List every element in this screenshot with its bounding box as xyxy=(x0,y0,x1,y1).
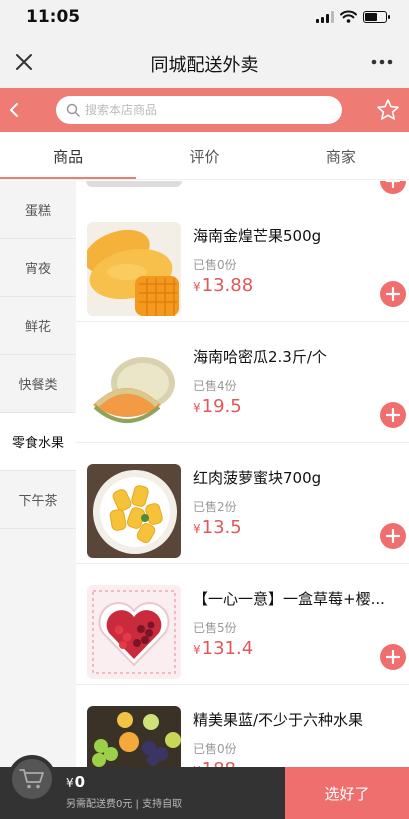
product-name: 海南金煌芒果500g xyxy=(193,227,322,245)
plus-icon xyxy=(386,408,400,422)
product-name: 精美果蓝/不少于六种水果 xyxy=(193,711,364,729)
product-price: ¥13.88 xyxy=(193,275,253,296)
product-image-jackfruit[interactable] xyxy=(87,464,181,558)
currency-symbol: ¥ xyxy=(193,401,201,415)
status-bar: 11:05 xyxy=(0,0,409,36)
tab-products[interactable]: 商品 xyxy=(0,132,137,179)
product-sold-count: 已售5份 xyxy=(193,621,237,635)
product-sold-count: 已售2份 xyxy=(193,500,237,514)
currency-symbol: ¥ xyxy=(193,643,201,657)
page-title: 同城配送外卖 xyxy=(150,55,259,76)
plus-icon xyxy=(386,287,400,301)
cart-total-value: 0 xyxy=(74,773,86,791)
checkout-button[interactable]: 选好了 xyxy=(285,767,409,819)
tab-merchant[interactable]: 商家 xyxy=(273,132,409,179)
product-item[interactable]: 精美果蓝/不少于六种水果 已售0份 ¥188 xyxy=(76,685,409,767)
price-value: 188 xyxy=(202,759,236,767)
back-button[interactable] xyxy=(4,98,24,122)
wifi-icon xyxy=(340,10,357,23)
price-value: 13.5 xyxy=(201,517,242,538)
sidebar-item-fast-food[interactable]: 快餐类 xyxy=(0,355,76,413)
product-sold-count: 已售4份 xyxy=(193,379,237,393)
product-image-heart-box[interactable] xyxy=(87,585,181,679)
product-item[interactable]: 【一心一意】一盒草莓+樱... 已售5份 ¥131.4 xyxy=(76,564,409,685)
product-image-mango[interactable] xyxy=(87,222,181,316)
app-screen: 11:05 同城配送外卖 搜索本店商品 商品 评价 商家 蛋糕 宵夜 鲜花 快餐… xyxy=(0,0,409,819)
category-sidebar: 蛋糕 宵夜 鲜花 快餐类 零食水果 下午茶 xyxy=(0,181,76,767)
search-bar xyxy=(0,88,409,132)
add-to-cart-button[interactable] xyxy=(380,644,406,670)
currency-symbol: ¥ xyxy=(66,776,74,790)
sidebar-item-cake[interactable]: 蛋糕 xyxy=(0,181,76,239)
shopping-cart-icon xyxy=(19,769,44,789)
sidebar-item-late-night[interactable]: 宵夜 xyxy=(0,239,76,297)
product-sold-count: 已售0份 xyxy=(193,742,237,756)
previous-product-image-edge xyxy=(86,181,182,187)
battery-icon xyxy=(363,10,390,23)
price-value: 131.4 xyxy=(201,638,254,659)
product-sold-count: 已售0份 xyxy=(193,258,237,272)
add-to-cart-button[interactable] xyxy=(380,523,406,549)
price-value: 19.5 xyxy=(201,396,242,417)
tab-reviews[interactable]: 评价 xyxy=(136,132,272,179)
product-item[interactable]: 海南哈密瓜2.3斤/个 已售4份 ¥19.5 xyxy=(76,322,409,443)
product-name: 【一心一意】一盒草莓+樱... xyxy=(193,590,385,608)
plus-icon xyxy=(386,650,400,664)
plus-icon xyxy=(386,181,400,188)
product-image-melon[interactable] xyxy=(87,343,181,437)
sidebar-item-afternoon-tea[interactable]: 下午茶 xyxy=(0,471,76,529)
product-price: ¥188 xyxy=(193,759,236,767)
status-time: 11:05 xyxy=(26,7,81,27)
currency-symbol: ¥ xyxy=(193,280,201,294)
price-value: 13.88 xyxy=(201,275,254,296)
currency-symbol: ¥ xyxy=(193,522,201,536)
cart-bar: ¥0 另需配送费0元 | 支持自取 选好了 xyxy=(0,755,409,819)
star-icon xyxy=(377,99,399,120)
product-price: ¥131.4 xyxy=(193,638,253,659)
product-name: 红肉菠萝蜜块700g xyxy=(193,469,322,487)
product-name: 海南哈密瓜2.3斤/个 xyxy=(193,348,327,366)
add-to-cart-button[interactable] xyxy=(380,181,406,194)
product-list[interactable]: 海南金煌芒果500g 已售0份 ¥13.88 海南哈密瓜2.3斤/个 已售4份 xyxy=(76,181,409,767)
cart-button[interactable] xyxy=(8,755,56,803)
product-item[interactable]: 海南金煌芒果500g 已售0份 ¥13.88 xyxy=(76,201,409,322)
search-box[interactable] xyxy=(56,96,342,124)
favorite-button[interactable] xyxy=(373,95,403,125)
more-button[interactable] xyxy=(367,48,397,76)
sidebar-item-flowers[interactable]: 鲜花 xyxy=(0,297,76,355)
search-icon xyxy=(66,103,80,117)
product-item[interactable]: 红肉菠萝蜜块700g 已售2份 ¥13.5 xyxy=(76,443,409,564)
cellular-signal-icon xyxy=(316,10,334,23)
cart-total: ¥0 xyxy=(66,773,85,791)
product-image-fruit-basket[interactable] xyxy=(87,706,181,767)
product-price: ¥19.5 xyxy=(193,396,242,417)
delivery-fee-note: 另需配送费0元 | 支持自取 xyxy=(66,799,183,810)
search-input[interactable] xyxy=(85,103,325,117)
tab-bar: 商品 评价 商家 xyxy=(0,132,409,180)
chevron-left-icon xyxy=(10,103,18,117)
product-price: ¥13.5 xyxy=(193,517,242,538)
add-to-cart-button[interactable] xyxy=(380,281,406,307)
title-bar: 同城配送外卖 xyxy=(0,36,409,88)
plus-icon xyxy=(386,529,400,543)
more-dots-icon xyxy=(371,59,393,65)
sidebar-item-snacks-fruit[interactable]: 零食水果 xyxy=(0,413,76,471)
status-icons xyxy=(316,10,390,23)
add-to-cart-button[interactable] xyxy=(380,402,406,428)
